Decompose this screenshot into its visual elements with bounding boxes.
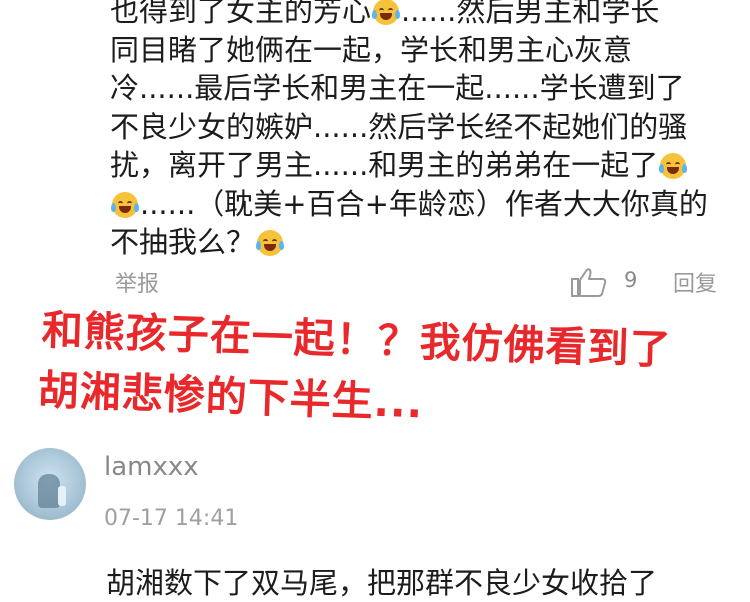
reply-button[interactable]: 回复 [673, 266, 717, 298]
report-link[interactable]: 举报 [115, 266, 159, 298]
comment-line: 冷......最后学长和男主在一起......学长遭到了 [110, 71, 685, 105]
like-count: 9 [624, 268, 638, 292]
comment-line: 扰，离开了男主......和男主的弟弟在一起了 [110, 146, 730, 185]
annotation-overlay: 和熊孩子在一起！？我仿佛看到了 胡湘悲惨的下半生... [0, 278, 750, 458]
comment-line: 不良少女的嫉妒......然后学长经不起她们的骚 [110, 109, 688, 144]
laugh-cry-icon [111, 191, 139, 218]
comment-text: 不抽我么？ [110, 225, 256, 259]
laugh-cry-icon [256, 230, 285, 256]
annotation-line: 胡湘悲惨的下半生... [37, 366, 425, 428]
comment-text: 也得到了女主的芳心 [110, 0, 372, 28]
timestamp: 07-17 14:41 [104, 506, 239, 531]
comment-body: 也得到了女主的芳心 ......然后男主和学长 同目睹了她俩在一起，学长和男主心灰… [110, 0, 730, 262]
comment-text: 扰，离开了男主......和男主的弟弟在一起了 [110, 148, 659, 182]
comment-actions: 举报 9 回复 [0, 266, 750, 300]
comment-line: 不抽我么？ [110, 223, 730, 262]
comment-text: ......（耽美+百合+年龄恋）作者大大你真的 [140, 186, 708, 221]
comment-body: 胡湘数下了双马尾，把那群不良少女收拾了 [106, 566, 658, 600]
comment-line: 同目睹了她俩在一起，学长和男主心灰意 [110, 32, 633, 67]
thumbs-up-icon[interactable] [570, 266, 608, 298]
annotation-line: 和熊孩子在一起！？我仿佛看到了 [41, 306, 673, 374]
laugh-cry-icon [372, 0, 401, 25]
username[interactable]: lamxxx [104, 452, 199, 482]
comment-line: 也得到了女主的芳心 ......然后男主和学长 [110, 0, 730, 31]
laugh-cry-icon [659, 153, 688, 179]
comment-text: ......然后男主和学长 [401, 0, 660, 28]
comment-line: ......（耽美+百合+年龄恋）作者大大你真的 [110, 185, 730, 224]
avatar[interactable] [14, 448, 86, 520]
